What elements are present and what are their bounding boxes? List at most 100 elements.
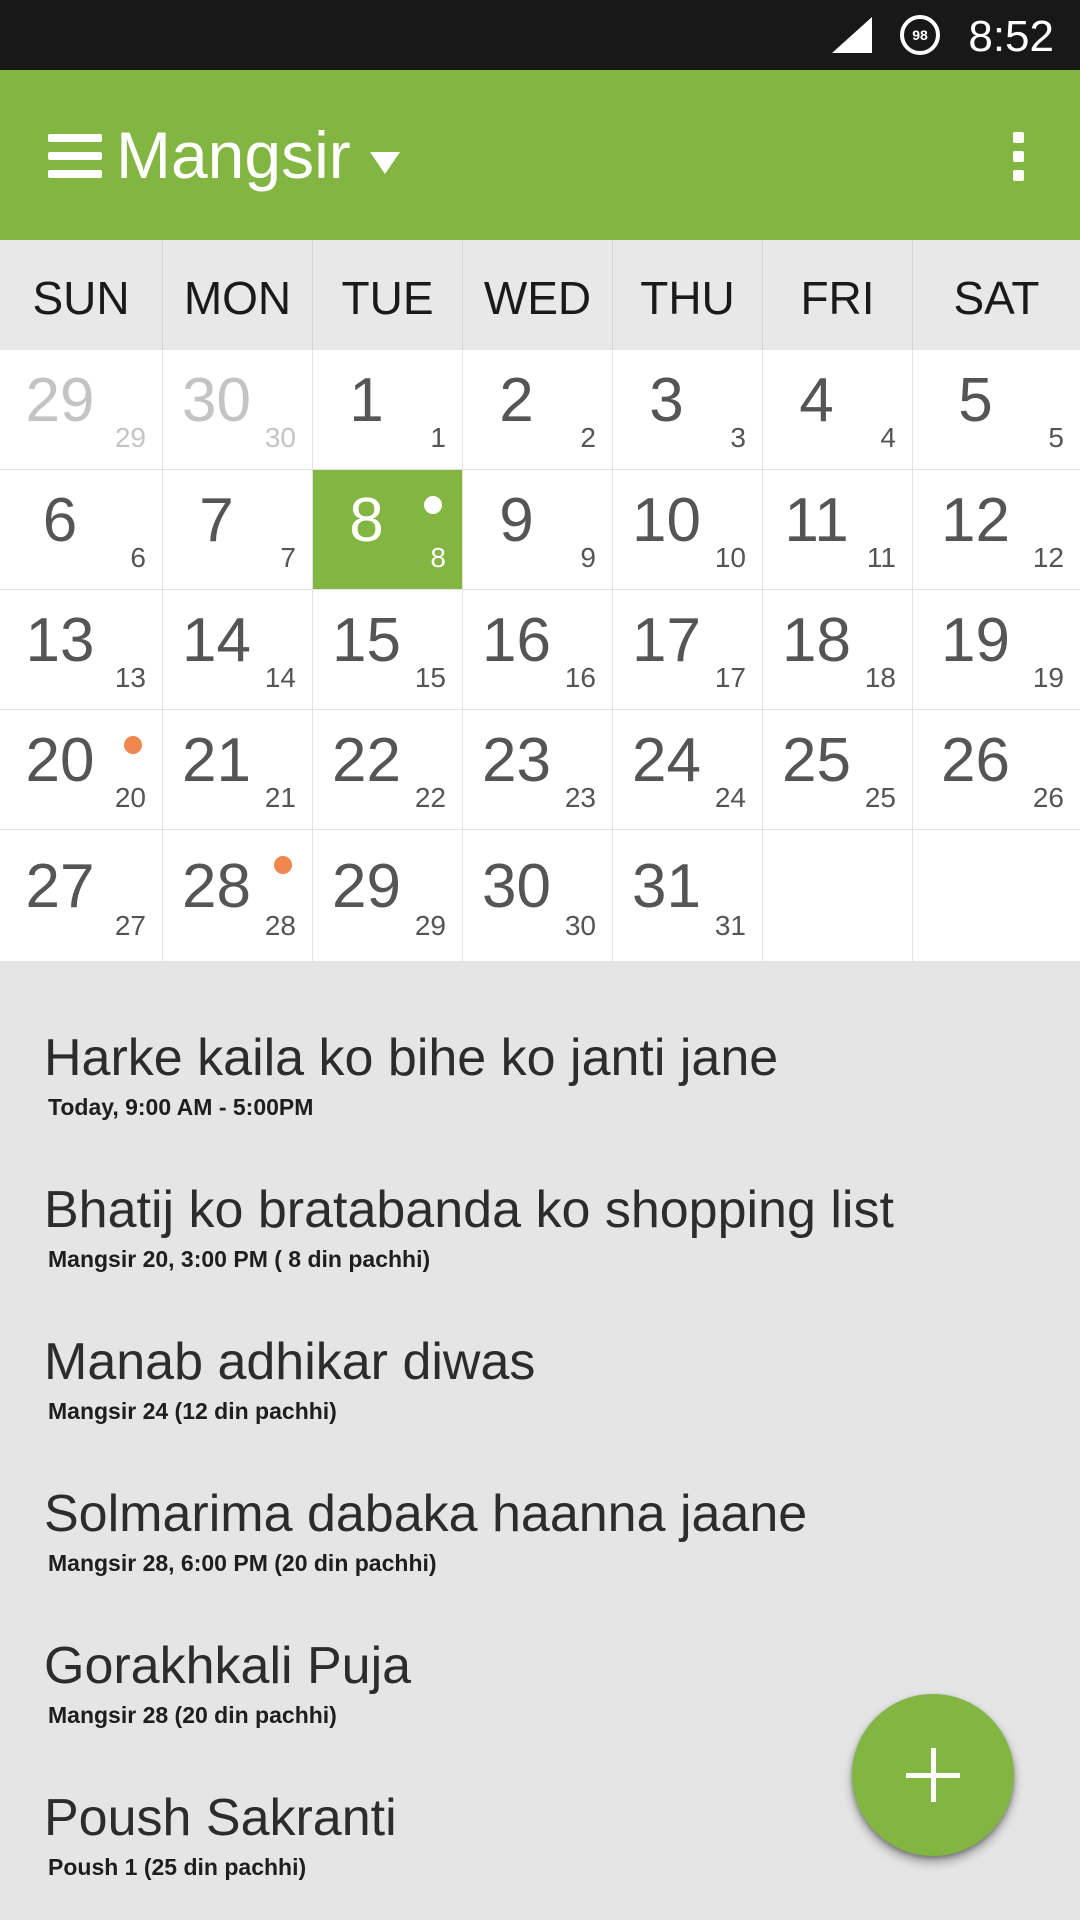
calendar-day-subnumber: 12 (1032, 542, 1064, 573)
calendar-day-subnumber: 15 (414, 662, 446, 693)
calendar-day-number: 7 (199, 486, 234, 555)
calendar-day-subnumber: 13 (114, 662, 146, 693)
calendar-day-number: 1 (349, 366, 384, 435)
calendar-day-cell[interactable]: 88 (313, 470, 463, 590)
calendar-day-cell[interactable]: 10 10 (613, 470, 763, 590)
calendar-day-number: 9 (499, 486, 534, 555)
calendar-day-cell[interactable]: 22 (463, 350, 613, 470)
calendar-day-cell[interactable]: 19 19 (913, 590, 1080, 710)
chevron-down-icon[interactable] (370, 152, 400, 174)
calendar-day-subnumber: 10 (714, 542, 746, 573)
calendar-day-subnumber: 28 (264, 910, 296, 941)
weekday-label: WED (463, 240, 613, 356)
calendar-day-cell[interactable]: 99 (463, 470, 613, 590)
weekday-label: MON (163, 240, 313, 356)
calendar-day-number: 26 (941, 726, 1010, 795)
status-clock: 8:52 (968, 12, 1054, 61)
calendar-day-cell[interactable]: 55 (913, 350, 1080, 470)
calendar-day-cell[interactable]: 11 11 (763, 470, 913, 590)
calendar-day-cell[interactable]: 77 (163, 470, 313, 590)
app-bar: Mangsir (0, 70, 1080, 240)
calendar-day-number: 19 (941, 606, 1010, 675)
event-indicator-dot (424, 496, 442, 514)
event-title: Manab adhikar diwas (44, 1333, 536, 1391)
calendar-empty-cell (913, 830, 1080, 962)
calendar-day-cell[interactable]: 12 12 (913, 470, 1080, 590)
calendar-day-subnumber: 31 (714, 910, 746, 941)
calendar-day-cell[interactable]: 26 26 (913, 710, 1080, 830)
calendar-day-cell[interactable]: 11 (313, 350, 463, 470)
calendar-day-cell[interactable]: 27 27 (0, 830, 163, 962)
add-event-button[interactable] (852, 1694, 1014, 1856)
calendar-day-cell[interactable]: 31 31 (613, 830, 763, 962)
calendar-day-number: 17 (632, 606, 701, 675)
calendar-day-cell[interactable]: 44 (763, 350, 913, 470)
weekday-label: SUN (0, 240, 163, 356)
calendar-day-subnumber: 29 (114, 422, 146, 453)
month-title[interactable]: Mangsir (116, 115, 351, 195)
event-datetime: Today, 9:00 AM - 5:00PM (48, 1094, 314, 1120)
calendar-day-cell[interactable]: 13 13 (0, 590, 163, 710)
calendar-day-subnumber: 18 (864, 662, 896, 693)
calendar-day-cell[interactable]: 29 29 (313, 830, 463, 962)
event-datetime: Mangsir 24 (12 din pachhi) (48, 1398, 337, 1424)
event-title: Harke kaila ko bihe ko janti jane (44, 1029, 779, 1087)
calendar-day-subnumber: 8 (430, 542, 446, 573)
calendar-day-subnumber: 14 (264, 662, 296, 693)
calendar-day-subnumber: 5 (1048, 422, 1064, 453)
calendar-day-number: 2 (499, 366, 534, 435)
calendar-day-number: 23 (482, 726, 551, 795)
calendar-day-number: 28 (182, 852, 251, 921)
calendar-day-cell[interactable]: 30 30 (463, 830, 613, 962)
event-item[interactable]: Solmarima dabaka haanna jaane Mangsir 28,… (0, 1466, 1080, 1618)
calendar-day-cell[interactable]: 33 (613, 350, 763, 470)
calendar-day-number: 5 (958, 366, 993, 435)
calendar-day-subnumber: 16 (564, 662, 596, 693)
event-title: Gorakhkali Puja (44, 1637, 412, 1695)
calendar-day-number: 10 (632, 486, 701, 555)
calendar-day-cell[interactable]: 66 (0, 470, 163, 590)
calendar-day-number: 16 (482, 606, 551, 675)
calendar-day-number: 4 (799, 366, 834, 435)
calendar-day-cell[interactable]: 22 22 (313, 710, 463, 830)
calendar-day-number: 18 (782, 606, 851, 675)
calendar-day-subnumber: 30 (564, 910, 596, 941)
calendar-day-number: 13 (25, 606, 95, 675)
event-title: Solmarima dabaka haanna jaane (44, 1485, 808, 1543)
calendar-day-subnumber: 22 (414, 782, 446, 813)
calendar-day-cell[interactable]: 25 25 (763, 710, 913, 830)
calendar-day-cell[interactable]: 18 18 (763, 590, 913, 710)
calendar-day-cell[interactable]: 16 16 (463, 590, 613, 710)
event-datetime: Mangsir 20, 3:00 PM ( 8 din pachhi) (48, 1246, 431, 1272)
weekday-header: SUN MON TUE WED THU FRI SAT (0, 240, 1080, 356)
event-item[interactable]: Bhatij ko bratabanda ko shopping list Man… (0, 1162, 1080, 1314)
calendar-day-cell[interactable]: 30 30 (163, 350, 313, 470)
calendar-day-subnumber: 9 (580, 542, 596, 573)
calendar-day-cell[interactable]: 24 24 (613, 710, 763, 830)
calendar-day-number: 27 (25, 852, 95, 921)
calendar-day-cell[interactable]: 29 29 (0, 350, 163, 470)
status-bar: 98 8:52 (0, 0, 1080, 70)
cell-signal-icon (832, 17, 872, 53)
calendar-day-cell[interactable]: 23 23 (463, 710, 613, 830)
calendar-day-cell[interactable]: 17 17 (613, 590, 763, 710)
event-item[interactable]: Manab adhikar diwas Mangsir 24 (12 din pa… (0, 1314, 1080, 1466)
calendar-day-cell[interactable]: 20 20 (0, 710, 163, 830)
event-item[interactable]: Harke kaila ko bihe ko janti jane Today, … (0, 1010, 1080, 1162)
calendar-day-cell[interactable]: 21 21 (163, 710, 313, 830)
calendar-day-number: 15 (332, 606, 401, 675)
calendar-day-subnumber: 1 (430, 422, 446, 453)
calendar-day-number: 11 (784, 486, 849, 555)
calendar-day-subnumber: 2 (580, 422, 596, 453)
calendar-day-subnumber: 30 (264, 422, 296, 453)
calendar-day-subnumber: 19 (1032, 662, 1064, 693)
overflow-menu-icon[interactable] (1005, 132, 1031, 182)
event-indicator-dot (124, 736, 142, 754)
calendar-day-cell[interactable]: 14 14 (163, 590, 313, 710)
calendar-day-cell[interactable]: 28 28 (163, 830, 313, 962)
weekday-label: SAT (953, 272, 1040, 324)
calendar-day-subnumber: 17 (714, 662, 746, 693)
calendar-empty-cell (763, 830, 913, 962)
calendar-day-cell[interactable]: 15 15 (313, 590, 463, 710)
menu-icon[interactable] (48, 134, 102, 178)
